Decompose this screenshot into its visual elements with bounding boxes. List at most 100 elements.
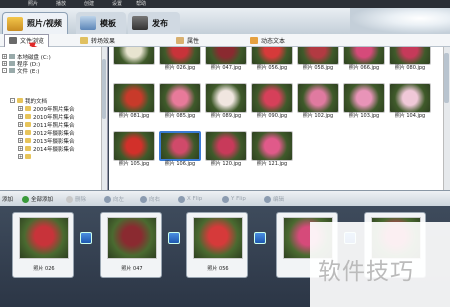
x-flip-button[interactable]: X Flip — [178, 194, 202, 204]
expand-icon[interactable]: + — [18, 106, 23, 111]
menu-item-create[interactable]: 创建 — [80, 0, 94, 8]
button-label: 删除 — [75, 197, 87, 203]
menu-item[interactable] — [38, 0, 52, 8]
transition-icon[interactable] — [168, 232, 180, 244]
collapse-icon[interactable]: - — [10, 98, 15, 103]
rotate-left-button[interactable]: 向左 — [104, 194, 124, 204]
photo-thumbnail[interactable]: 照片 105.jpg — [113, 131, 155, 168]
photo-thumbnail[interactable]: 照片 121.jpg — [251, 131, 293, 168]
subtab-transition[interactable]: 转场效果 — [80, 34, 115, 47]
tree-node-folder[interactable]: +2011年照片集合 — [18, 121, 75, 129]
collapse-icon[interactable]: - — [2, 68, 7, 73]
edit-button[interactable]: 编辑 — [264, 194, 284, 204]
photo-filename: 照片 090.jpg — [256, 113, 288, 119]
scroll-thumb[interactable] — [102, 59, 106, 119]
tree-scrollbar[interactable] — [101, 47, 107, 190]
expand-icon[interactable]: + — [18, 154, 23, 159]
photo-thumbnail[interactable]: 照片 120.jpg — [205, 131, 247, 168]
edit-toolbar: 添加 全部添加 删除 向左 向右 X Flip Y Flip 编辑 — [0, 190, 450, 206]
drive-icon — [9, 61, 15, 66]
menu-item-settings[interactable]: 设置 — [108, 0, 122, 8]
add-all-button[interactable]: 全部添加 — [22, 194, 53, 204]
frame-label: 照片 026 — [33, 266, 55, 272]
decorative-swirl — [350, 8, 450, 34]
tree-node-folder[interactable]: +2013年摄影集合 — [18, 137, 75, 145]
tree-node-folder[interactable]: + — [18, 153, 33, 160]
button-label: 编辑 — [273, 197, 285, 203]
expand-icon[interactable]: + — [18, 130, 23, 135]
photo-filename: 照片 026.jpg — [164, 65, 196, 71]
tree-node-drive-e[interactable]: - 文件 (E:) — [2, 67, 40, 75]
rotate-right-button[interactable]: 向右 — [140, 194, 160, 204]
transition-icon[interactable] — [80, 232, 92, 244]
photo-filename: 照片 047.jpg — [210, 65, 242, 71]
tab-publish[interactable]: 发布 — [128, 12, 180, 34]
add-button[interactable]: 添加 — [2, 194, 13, 204]
photo-image — [159, 131, 201, 161]
photo-thumbnail[interactable]: 照片 066.jpg — [343, 47, 385, 72]
subtab-properties[interactable]: 属性 — [176, 34, 199, 47]
photo-filename: 照片 058.jpg — [302, 65, 334, 71]
photo-thumbnail[interactable] — [113, 47, 155, 65]
expand-icon[interactable]: + — [2, 61, 7, 66]
subtab-dynamic-text[interactable]: 动态文本 — [250, 34, 285, 47]
photo-thumbnail[interactable]: 照片 090.jpg — [251, 83, 293, 120]
photo-folder-icon — [7, 16, 23, 31]
storyboard-frame[interactable]: 照片 026 — [12, 212, 74, 278]
photo-image — [389, 83, 431, 113]
menu-item[interactable] — [66, 0, 80, 8]
properties-icon — [176, 36, 184, 44]
photo-thumbnail[interactable]: 照片 103.jpg — [343, 83, 385, 120]
folder-icon — [25, 154, 31, 159]
tree-node-folder[interactable]: +2014年摄影集合 — [18, 145, 75, 153]
photo-thumbnail[interactable]: 照片 080.jpg — [389, 47, 431, 72]
y-flip-icon — [222, 195, 229, 203]
photo-thumbnail[interactable]: 照片 058.jpg — [297, 47, 339, 72]
photo-thumbnail[interactable]: 照片 106.jpg — [159, 131, 201, 168]
tree-node-folder[interactable]: +2009年照片集合 — [18, 105, 75, 113]
frame-image — [107, 217, 157, 259]
scroll-thumb[interactable] — [444, 53, 449, 103]
tree-label: 文件 (E:) — [17, 68, 40, 75]
menu-item[interactable] — [94, 0, 108, 8]
photo-thumbnail[interactable]: 照片 102.jpg — [297, 83, 339, 120]
delete-button[interactable]: 删除 — [66, 194, 86, 204]
tree-node-folder[interactable]: +2010年照片集合 — [18, 113, 75, 121]
expand-icon[interactable]: + — [18, 138, 23, 143]
photo-thumbnail[interactable]: 照片 089.jpg — [205, 83, 247, 120]
storyboard-frame[interactable]: 照片 047 — [100, 212, 162, 278]
photo-image — [205, 83, 247, 113]
photo-filename: 照片 104.jpg — [394, 113, 426, 119]
expand-icon[interactable]: + — [18, 122, 23, 127]
expand-icon[interactable]: + — [18, 146, 23, 151]
folder-icon — [25, 146, 31, 151]
tree-node-my-docs[interactable]: - 我的文档 — [10, 97, 47, 105]
rotate-left-icon — [104, 195, 111, 203]
y-flip-button[interactable]: Y Flip — [222, 194, 246, 204]
menu-item[interactable] — [0, 0, 14, 8]
folder-tree: + 本地磁盘 (C:) + 程序 (D:) - 文件 (E:) - 我的文档 +2009… — [0, 47, 108, 190]
menu-item-photo[interactable]: 照片 — [24, 0, 38, 8]
photo-thumbnail[interactable]: 照片 104.jpg — [389, 83, 431, 120]
folder-icon — [25, 122, 31, 127]
photo-thumbnail[interactable]: 照片 026.jpg — [159, 47, 201, 72]
photo-filename: 照片 089.jpg — [210, 113, 242, 119]
frame-image — [19, 217, 69, 259]
photo-filename: 照片 105.jpg — [118, 161, 150, 167]
photo-thumbnail[interactable]: 照片 056.jpg — [251, 47, 293, 72]
storyboard-frame[interactable]: 照片 056 — [186, 212, 248, 278]
grid-scrollbar[interactable] — [443, 47, 450, 190]
expand-icon[interactable]: + — [2, 54, 7, 59]
tab-template[interactable]: 模板 — [76, 12, 126, 34]
tree-node-folder[interactable]: +2012年摄影集合 — [18, 129, 75, 137]
menu-item-help[interactable]: 帮助 — [132, 0, 146, 8]
menu-item-play[interactable]: 播放 — [52, 0, 66, 8]
tree-label: 2009年照片集合 — [33, 106, 75, 113]
photo-thumbnail[interactable]: 照片 085.jpg — [159, 83, 201, 120]
transition-icon[interactable] — [254, 232, 266, 244]
expand-icon[interactable]: + — [18, 114, 23, 119]
photo-thumbnail[interactable]: 照片 081.jpg — [113, 83, 155, 120]
photo-thumbnail[interactable]: 照片 047.jpg — [205, 47, 247, 72]
tab-photo-video[interactable]: 照片/视频 — [2, 12, 68, 34]
tree-label: 2013年摄影集合 — [33, 138, 75, 145]
